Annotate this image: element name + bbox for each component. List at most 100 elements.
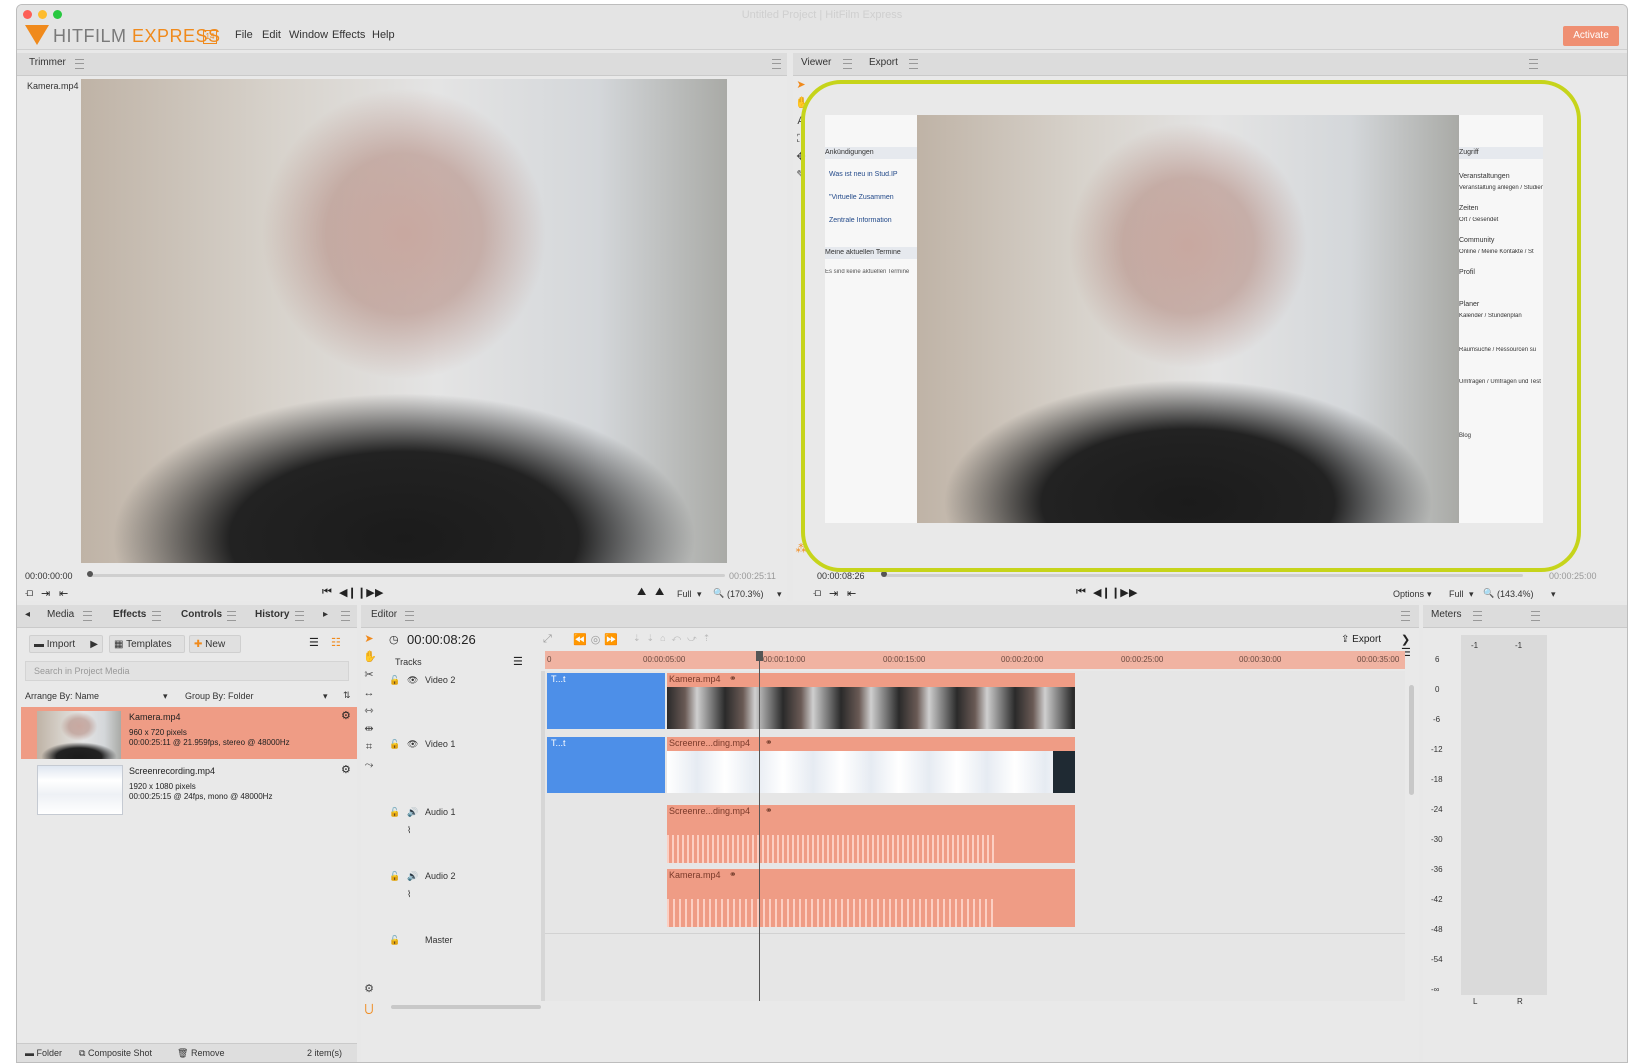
waveform-toggle-icon[interactable]: ⌇ <box>407 825 411 836</box>
media-item-settings-icon[interactable]: ⚙ <box>341 763 351 776</box>
waveform-toggle-icon[interactable]: ⌇ <box>407 889 411 900</box>
media-panel-menu-icon[interactable] <box>341 611 350 621</box>
viewer-set-in-icon[interactable]: ⟤ <box>813 587 821 600</box>
track-header-audio1[interactable]: 🔓 🔊 Audio 1 ⌇ <box>361 805 521 865</box>
group-by-select[interactable]: Group By: Folder <box>185 691 254 701</box>
viewer-options-dropdown[interactable]: Options <box>1393 589 1424 599</box>
timeline-ruler[interactable]: 0 00:00:05:00 00:00:10:00 00:00:15:00 00… <box>545 651 1405 669</box>
timeline-playhead-handle[interactable] <box>756 651 763 661</box>
kamera-video-clip[interactable]: Kamera.mp4 ⚭ <box>667 673 1075 729</box>
arrange-chevron-icon[interactable]: ▾ <box>163 691 168 702</box>
viewer-overlay-icon[interactable]: ⇤ <box>847 587 856 600</box>
new-button[interactable]: ✚ New <box>189 635 241 653</box>
hand-tool-icon[interactable]: ✋ <box>363 651 377 663</box>
screenrecording-video-clip[interactable]: Screenre...ding.mp4 ⚭ <box>667 737 1075 793</box>
tabs-scroll-left-icon[interactable]: ◂ <box>25 609 30 620</box>
meters-panel-menu-icon[interactable] <box>1531 611 1540 621</box>
tab-meters[interactable]: Meters <box>1431 609 1462 620</box>
viewer-zoom-value[interactable]: (143.4%) <box>1497 589 1534 599</box>
trimmer-playhead[interactable] <box>87 571 93 577</box>
track-header-audio2[interactable]: 🔓 🔊 Audio 2 ⌇ <box>361 869 521 929</box>
composite-shot-button[interactable]: ⧉ Composite Shot <box>79 1048 152 1059</box>
tracks-menu-icon[interactable]: ☰ <box>513 655 523 668</box>
tabs-scroll-right-icon[interactable]: ▸ <box>323 609 328 620</box>
templates-button[interactable]: ▦ Templates <box>109 635 185 653</box>
detail-view-icon[interactable]: ☷ <box>331 636 341 649</box>
list-view-icon[interactable]: ☰ <box>309 636 319 649</box>
lock-icon[interactable]: 🔓 <box>389 675 400 686</box>
editor-transport-icons[interactable]: ⏪◎⏩ <box>573 633 622 646</box>
effects-tab-menu-icon[interactable] <box>152 611 161 621</box>
trimmer-zoom-value[interactable]: (170.3%) <box>727 589 764 599</box>
lock-icon[interactable]: 🔓 <box>389 935 400 946</box>
trimmer-step-forward-icon[interactable]: ❙▶ <box>357 586 375 599</box>
timeline-playhead[interactable] <box>759 651 760 1001</box>
menu-help[interactable]: Help <box>372 29 395 41</box>
menu-effects[interactable]: Effects <box>332 29 365 41</box>
trimmer-quality-chevron-icon[interactable]: ▾ <box>697 589 702 600</box>
trimmer-tab-menu-icon[interactable] <box>75 59 84 69</box>
media-item-kamera[interactable]: Kamera.mp4 960 x 720 pixels 00:00:25:11 … <box>21 707 357 759</box>
viewer-options-chevron-icon[interactable]: ▾ <box>1427 589 1432 600</box>
trimmer-panel-menu-icon[interactable] <box>772 59 781 69</box>
viewer-step-back-icon[interactable]: ◀❙ <box>1093 586 1111 599</box>
media-tab-menu-icon[interactable] <box>83 611 92 621</box>
trimmer-zoom-icon[interactable]: 🔍 <box>713 588 724 599</box>
visibility-icon[interactable]: 👁 <box>407 739 418 750</box>
tab-media[interactable]: Media <box>47 609 74 620</box>
editor-settings-icon[interactable]: ⚙ <box>363 983 375 995</box>
editor-toggle-icon[interactable]: ⤢ <box>543 633 552 646</box>
editor-edit-icons[interactable]: ⇣⇣⌂⤺⤻⇡ <box>633 633 716 644</box>
viewer-tab-menu-icon[interactable] <box>843 59 852 69</box>
controls-tab-menu-icon[interactable] <box>227 611 236 621</box>
remove-button[interactable]: 🗑 Remove <box>177 1048 224 1059</box>
viewer-quality-chevron-icon[interactable]: ▾ <box>1469 589 1474 600</box>
tab-trimmer[interactable]: Trimmer <box>29 57 66 68</box>
viewer-zoom-chevron-icon[interactable]: ▾ <box>1551 589 1556 600</box>
menu-edit[interactable]: Edit <box>262 29 281 41</box>
lock-icon[interactable]: 🔓 <box>389 807 400 818</box>
tab-editor[interactable]: Editor <box>371 609 397 620</box>
trimmer-quality-select[interactable]: Full <box>677 589 692 599</box>
sort-order-icon[interactable]: ⇅ <box>343 690 351 701</box>
trimmer-insert-icon[interactable]: ⇥ <box>41 587 50 600</box>
viewer-play-icon[interactable]: ▶ <box>1129 586 1137 599</box>
media-search-input[interactable]: Search in Project Media <box>25 661 349 681</box>
trimmer-step-back-icon[interactable]: ◀❙ <box>339 586 357 599</box>
magnet-icon[interactable]: ⋃ <box>363 1003 375 1015</box>
track-header-master[interactable]: 🔓 Master <box>361 933 521 963</box>
select-tool-icon[interactable]: ➤ <box>363 633 375 645</box>
tab-effects[interactable]: Effects <box>113 609 146 620</box>
trimmer-set-in-icon[interactable]: ⟤ <box>25 587 33 600</box>
timeline-vertical-scrollbar[interactable] <box>1409 685 1414 795</box>
viewer-scrubber[interactable] <box>883 574 1523 577</box>
track-header-video2[interactable]: 🔓 👁 Video 2 <box>361 673 521 733</box>
trimmer-zoom-chevron-icon[interactable]: ▾ <box>777 589 782 600</box>
timeline-horizontal-scrollbar[interactable] <box>391 1005 541 1009</box>
history-tab-menu-icon[interactable] <box>295 611 304 621</box>
tab-controls[interactable]: Controls <box>181 609 222 620</box>
viewer-insert-icon[interactable]: ⇥ <box>829 587 838 600</box>
editor-tab-menu-icon[interactable] <box>405 611 414 621</box>
editor-timecode[interactable]: 00:00:08:26 <box>407 632 476 647</box>
trimmer-go-start-icon[interactable]: ⏮ <box>322 586 332 599</box>
export-tab-menu-icon[interactable] <box>909 59 918 69</box>
viewer-step-forward-icon[interactable]: ❙▶ <box>1111 586 1129 599</box>
visibility-icon[interactable]: 👁 <box>407 675 418 686</box>
viewer-go-start-icon[interactable]: ⏮ <box>1076 586 1086 599</box>
speaker-icon[interactable]: 🔊 <box>407 807 418 818</box>
meters-tab-menu-icon[interactable] <box>1473 611 1482 621</box>
menu-window[interactable]: Window <box>289 29 328 41</box>
trimmer-play-icon[interactable]: ▶ <box>375 586 383 599</box>
track-header-video1[interactable]: 🔓 👁 Video 1 <box>361 737 521 797</box>
title-clip-video1[interactable]: T...t <box>547 737 665 793</box>
viewer-panel-menu-icon[interactable] <box>1529 59 1538 69</box>
menu-file[interactable]: File <box>235 29 253 41</box>
activate-button[interactable]: Activate <box>1563 26 1619 46</box>
viewer-quality-select[interactable]: Full <box>1449 589 1464 599</box>
editor-panel-menu-icon[interactable] <box>1401 611 1410 621</box>
select-tool-icon[interactable]: ➤ <box>795 79 807 91</box>
group-chevron-icon[interactable]: ▾ <box>323 691 328 702</box>
arrange-by-select[interactable]: Arrange By: Name <box>25 691 99 701</box>
editor-export-button[interactable]: ⇪ Export <box>1341 634 1381 645</box>
